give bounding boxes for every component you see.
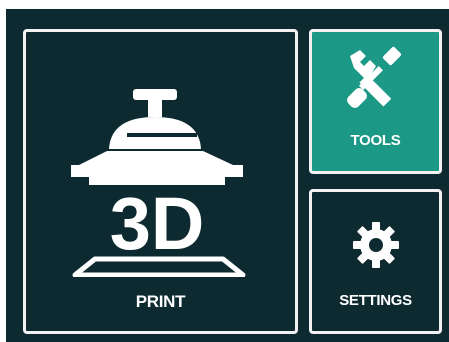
gear-icon — [353, 222, 399, 268]
tools-icon — [347, 46, 402, 108]
tools-button[interactable]: TOOLS — [309, 29, 442, 174]
print-label: PRINT — [135, 292, 186, 311]
settings-label: SETTINGS — [339, 292, 412, 309]
main-menu-screen: 3D PRINT TOOLS SETTINGS — [6, 9, 449, 342]
svg-text:3D: 3D — [110, 182, 205, 265]
3d-printer-icon: 3D — [71, 89, 246, 277]
settings-button[interactable]: SETTINGS — [309, 189, 442, 334]
print-button[interactable]: 3D PRINT — [23, 29, 298, 334]
tools-label: TOOLS — [350, 132, 401, 149]
